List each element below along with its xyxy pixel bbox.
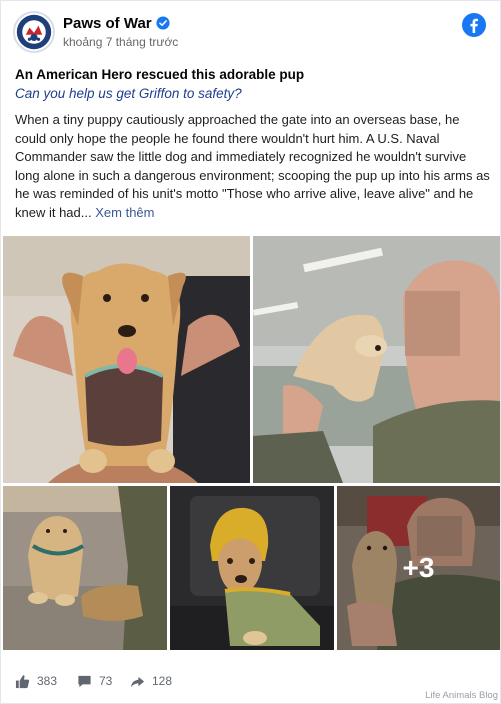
watermark: Life Animals Blog <box>425 690 498 701</box>
page-avatar[interactable] <box>13 11 55 53</box>
more-photos-count: +3 <box>402 552 435 583</box>
photo-puppy-with-commander-more[interactable]: +3 <box>337 486 500 650</box>
share-arrow-icon <box>130 676 145 687</box>
photo-puppy-yellow-hoodie[interactable] <box>170 486 334 650</box>
comment-icon <box>78 675 91 687</box>
comment-count: 73 <box>99 674 113 688</box>
like-count: 383 <box>37 674 58 688</box>
paws-of-war-logo-icon <box>16 14 52 50</box>
post-subtitle: Can you help us get Griffon to safety? <box>15 86 242 101</box>
more-photos-overlay[interactable]: +3 <box>337 486 500 650</box>
see-more-link[interactable]: Xem thêm <box>95 205 154 220</box>
page-name-text: Paws of War <box>63 15 152 32</box>
photo-puppy-sitting-floor[interactable] <box>3 486 167 650</box>
share-count: 128 <box>152 674 173 688</box>
post-body-text: When a tiny puppy cautiously approached … <box>15 112 490 220</box>
post-body: When a tiny puppy cautiously approached … <box>15 111 493 223</box>
post-footer: 383 73 128 <box>15 667 488 695</box>
facebook-logo-icon[interactable] <box>462 13 486 37</box>
post-timestamp[interactable]: khoảng 7 tháng trước <box>63 35 178 49</box>
page-name-link[interactable]: Paws of War <box>63 15 170 32</box>
comment-count-button[interactable]: 73 <box>77 671 112 691</box>
verified-badge-icon <box>156 16 170 30</box>
post-header: Paws of War khoảng 7 tháng trước <box>13 11 488 57</box>
photo-commander-holding-puppy[interactable] <box>253 236 500 483</box>
facebook-post-card: Paws of War khoảng 7 tháng trước An Amer… <box>0 0 501 704</box>
photo-puppy-held-vest[interactable] <box>3 236 250 483</box>
thumbs-up-icon <box>15 674 30 688</box>
post-title: An American Hero rescued this adorable p… <box>15 67 305 82</box>
share-count-button[interactable]: 128 <box>130 671 172 691</box>
like-count-button[interactable]: 383 <box>15 671 57 691</box>
